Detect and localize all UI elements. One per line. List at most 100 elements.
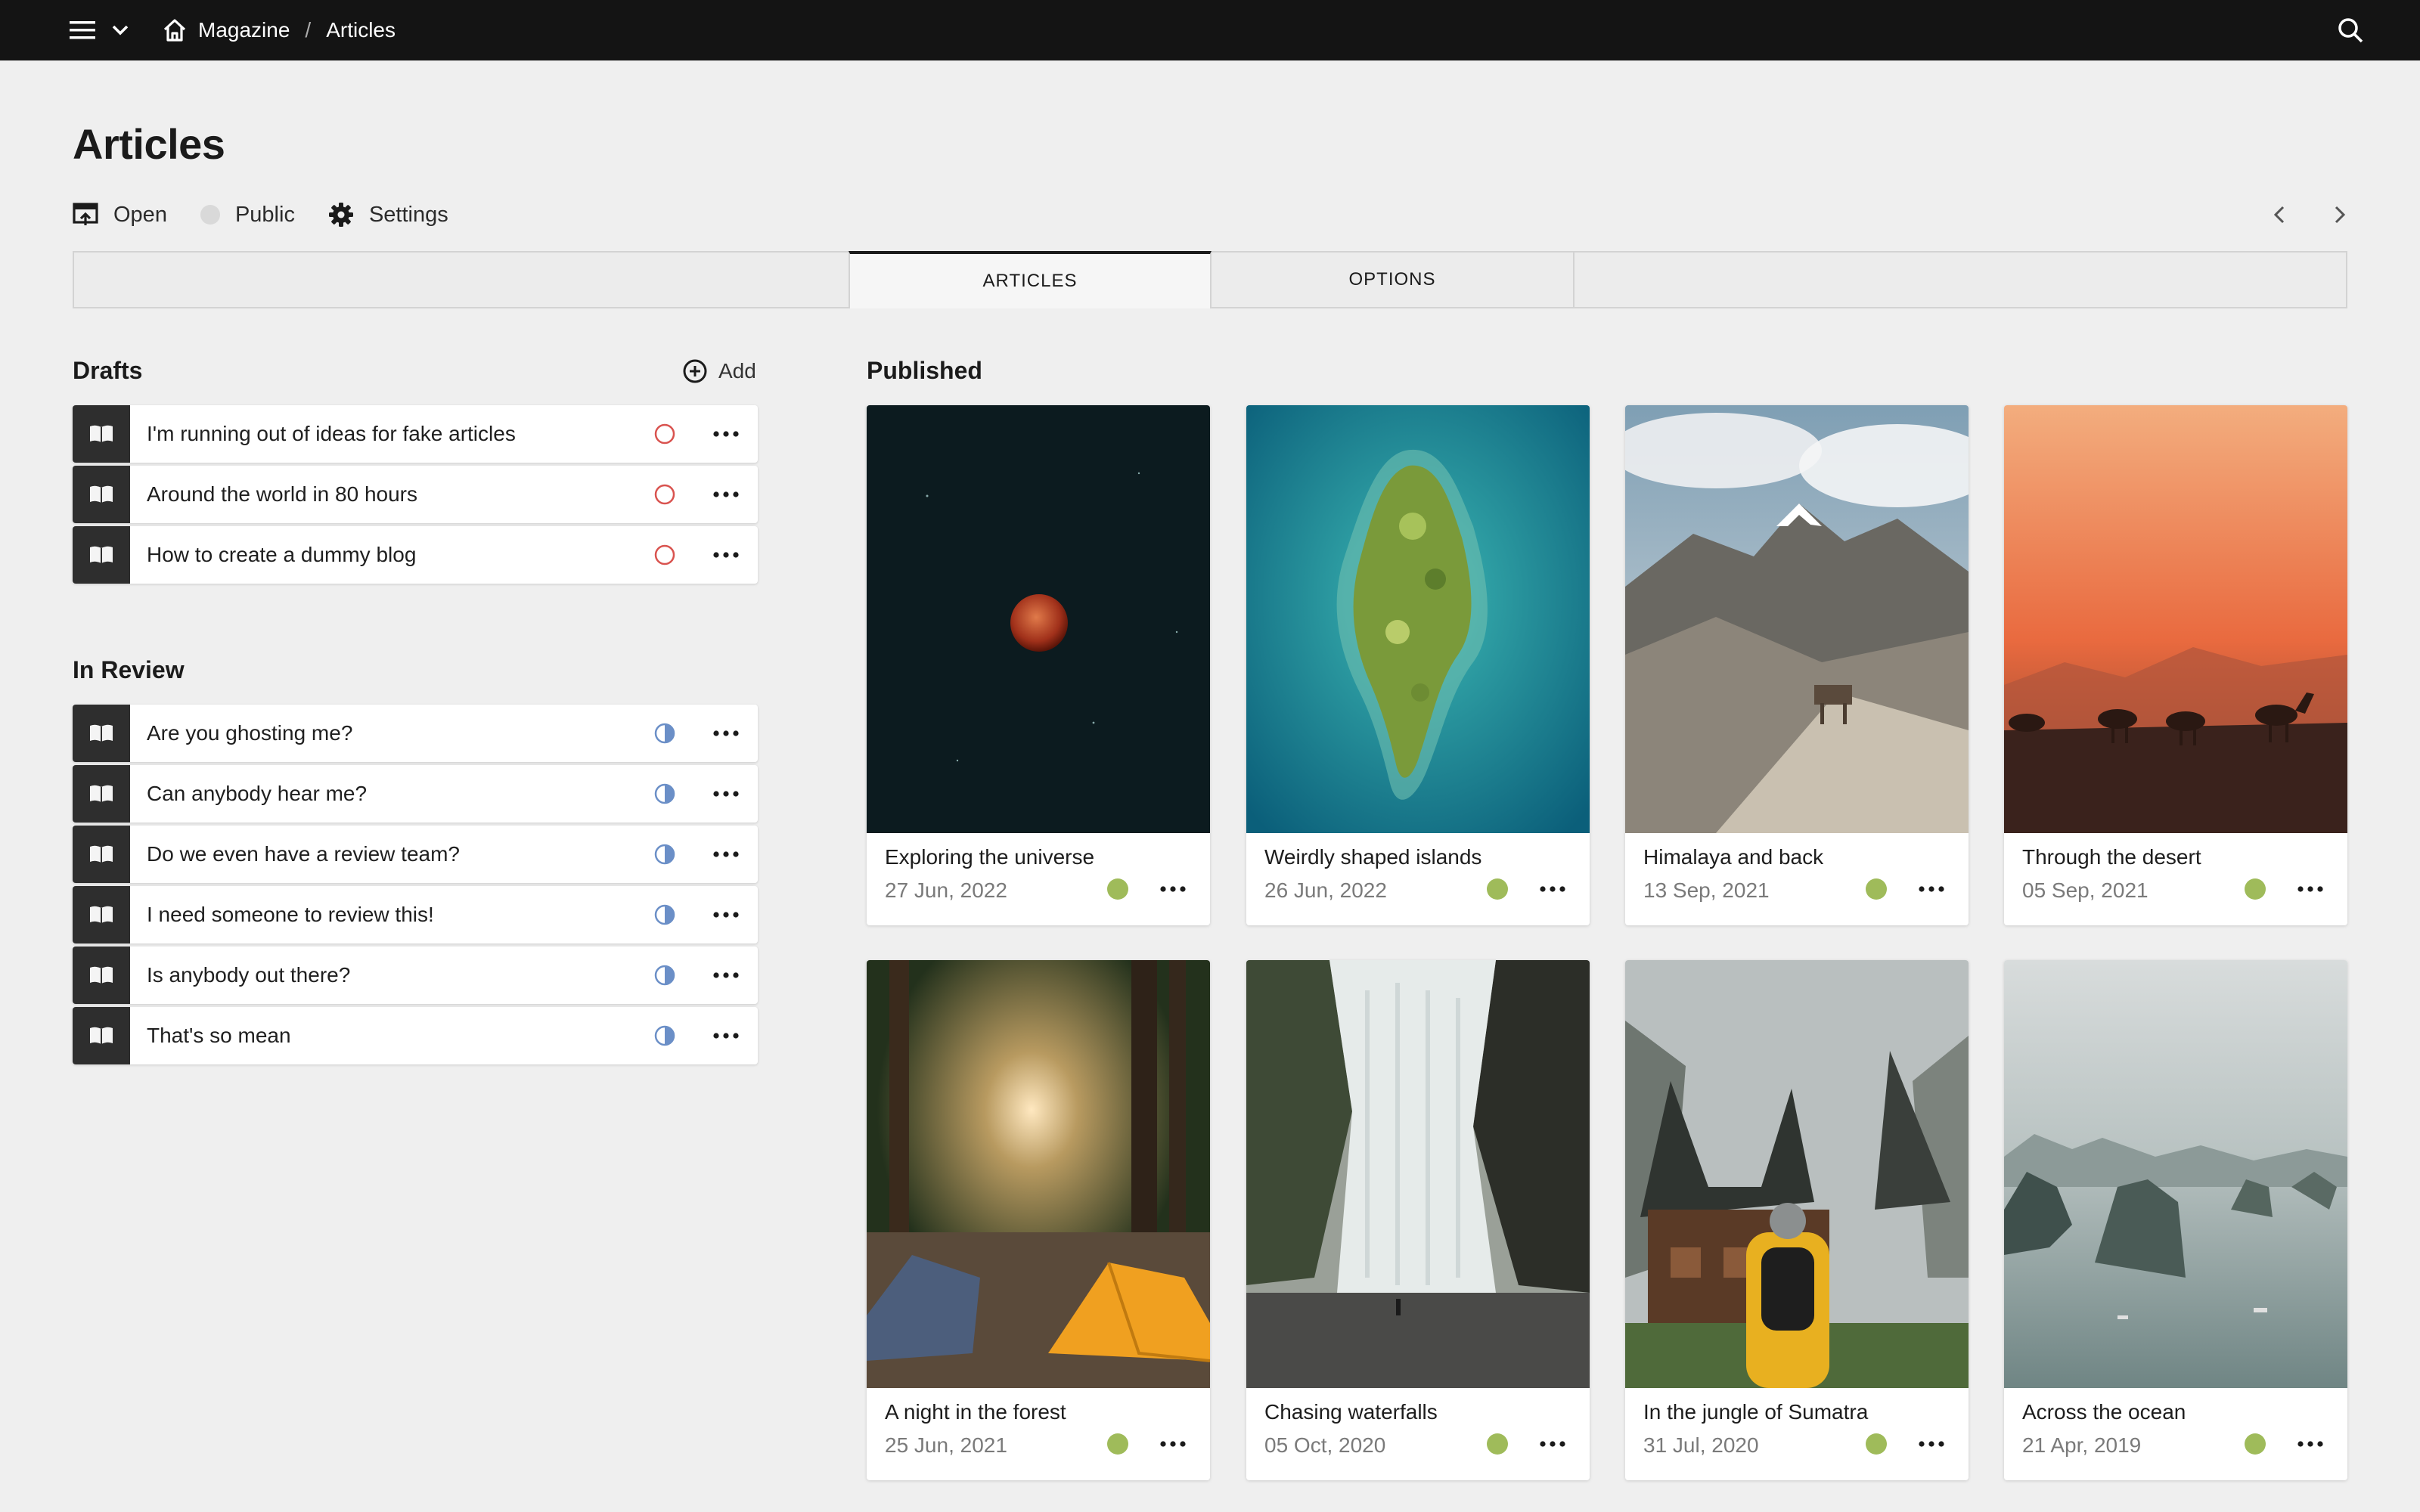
tab-articles[interactable]: ARTICLES — [849, 251, 1212, 308]
book-icon — [73, 526, 130, 584]
hamburger-icon — [70, 21, 95, 39]
article-title: In the jungle of Sumatra — [1643, 1400, 1869, 1424]
in-review-title: In Review — [73, 656, 185, 683]
article-date: 27 Jun, 2022 — [885, 878, 1007, 902]
article-image — [1625, 405, 1969, 833]
more-options-button[interactable] — [1913, 872, 1950, 906]
ellipsis-icon — [1160, 1441, 1186, 1447]
review-row[interactable]: That's so mean — [73, 1007, 758, 1064]
more-options-button[interactable] — [1534, 872, 1571, 906]
ellipsis-icon — [1540, 1441, 1565, 1447]
article-date: 31 Jul, 2020 — [1643, 1433, 1759, 1457]
more-options-button[interactable] — [1534, 1427, 1571, 1461]
published-status-dot — [1107, 878, 1128, 900]
half-circle-icon — [653, 722, 676, 745]
more-options-button[interactable] — [1913, 1427, 1950, 1461]
article-card[interactable]: Weirdly shaped islands 26 Jun, 2022 — [1246, 405, 1590, 925]
article-image — [867, 960, 1210, 1388]
more-options-button[interactable] — [709, 777, 743, 810]
ellipsis-icon — [713, 791, 739, 797]
article-card[interactable]: A night in the forest 25 Jun, 2021 — [867, 960, 1210, 1480]
draft-row[interactable]: Around the world in 80 hours — [73, 466, 758, 523]
article-card[interactable]: Chasing waterfalls 05 Oct, 2020 — [1246, 960, 1590, 1480]
article-title: Chasing waterfalls — [1264, 1400, 1438, 1424]
more-options-button[interactable] — [2291, 872, 2329, 906]
article-card[interactable]: In the jungle of Sumatra 31 Jul, 2020 — [1625, 960, 1969, 1480]
published-status-dot — [1866, 1433, 1887, 1455]
more-options-button[interactable] — [1154, 872, 1192, 906]
plus-circle-icon — [683, 359, 707, 383]
more-options-button[interactable] — [709, 478, 743, 511]
ellipsis-icon — [1160, 886, 1186, 892]
more-options-button[interactable] — [709, 417, 743, 451]
article-date: 13 Sep, 2021 — [1643, 878, 1770, 902]
next-button[interactable] — [2326, 198, 2353, 231]
page-title: Articles — [73, 120, 225, 168]
in-review-list: Are you ghosting me? Can anybody hear me… — [73, 705, 758, 1067]
more-options-button[interactable] — [709, 959, 743, 992]
published-status-dot — [2245, 1433, 2266, 1455]
draft-row[interactable]: How to create a dummy blog — [73, 526, 758, 584]
review-title: I need someone to review this! — [147, 903, 434, 926]
half-circle-icon — [653, 964, 676, 987]
book-icon — [73, 886, 130, 943]
draft-status-icon — [653, 423, 676, 445]
breadcrumb-articles[interactable]: Articles — [326, 18, 396, 42]
article-card[interactable]: Across the ocean 21 Apr, 2019 — [2004, 960, 2347, 1480]
breadcrumb: Magazine / Articles — [162, 15, 396, 45]
more-options-button[interactable] — [709, 538, 743, 572]
main-menu-button[interactable] — [70, 15, 138, 45]
article-card[interactable]: Exploring the universe 27 Jun, 2022 — [867, 405, 1210, 925]
tab-bar: ARTICLES OPTIONS — [73, 251, 2347, 308]
more-options-button[interactable] — [2291, 1427, 2329, 1461]
article-image — [2004, 405, 2347, 833]
draft-status-icon — [653, 483, 676, 506]
previous-button[interactable] — [2266, 198, 2293, 231]
top-bar: Magazine / Articles — [0, 0, 2420, 60]
draft-row[interactable]: I'm running out of ideas for fake articl… — [73, 405, 758, 463]
draft-title: I'm running out of ideas for fake articl… — [147, 422, 516, 445]
book-icon — [73, 405, 130, 463]
article-date: 26 Jun, 2022 — [1264, 878, 1387, 902]
published-status-dot — [1107, 1433, 1128, 1455]
breadcrumb-magazine[interactable]: Magazine — [198, 18, 290, 42]
tab-options[interactable]: OPTIONS — [1212, 251, 1575, 308]
review-row[interactable]: Can anybody hear me? — [73, 765, 758, 823]
ellipsis-icon — [713, 972, 739, 978]
article-title: Exploring the universe — [885, 845, 1095, 869]
add-draft-button[interactable]: Add — [682, 358, 756, 384]
article-date: 05 Oct, 2020 — [1264, 1433, 1386, 1457]
published-status-dot — [2245, 878, 2266, 900]
more-options-button[interactable] — [709, 898, 743, 931]
review-row[interactable]: Is anybody out there? — [73, 947, 758, 1004]
open-label: Open — [113, 202, 167, 227]
chevron-left-icon — [2273, 206, 2285, 224]
open-action[interactable]: Open — [73, 203, 167, 228]
chevron-right-icon — [2335, 206, 2346, 224]
ellipsis-icon — [713, 491, 739, 497]
book-icon — [73, 826, 130, 883]
search-icon — [2338, 18, 2363, 43]
article-card[interactable]: Himalaya and back 13 Sep, 2021 — [1625, 405, 1969, 925]
home-icon[interactable] — [162, 17, 188, 43]
settings-action[interactable]: Settings — [328, 202, 448, 228]
review-row[interactable]: I need someone to review this! — [73, 886, 758, 943]
open-preview-icon — [73, 203, 98, 225]
more-options-button[interactable] — [709, 1019, 743, 1052]
more-options-button[interactable] — [1154, 1427, 1192, 1461]
more-options-button[interactable] — [709, 838, 743, 871]
public-toggle[interactable]: Public — [200, 203, 295, 228]
review-title: Is anybody out there? — [147, 963, 351, 987]
draft-title: Around the world in 80 hours — [147, 482, 417, 506]
ellipsis-icon — [713, 912, 739, 918]
search-button[interactable] — [2335, 15, 2366, 45]
more-options-button[interactable] — [709, 717, 743, 750]
drafts-list: I'm running out of ideas for fake articl… — [73, 405, 758, 587]
review-row[interactable]: Are you ghosting me? — [73, 705, 758, 762]
published-title: Published — [867, 357, 982, 384]
article-card[interactable]: Through the desert 05 Sep, 2021 — [2004, 405, 2347, 925]
review-row[interactable]: Do we even have a review team? — [73, 826, 758, 883]
published-status-dot — [1866, 878, 1887, 900]
published-status-dot — [1487, 878, 1508, 900]
article-date: 21 Apr, 2019 — [2022, 1433, 2142, 1457]
